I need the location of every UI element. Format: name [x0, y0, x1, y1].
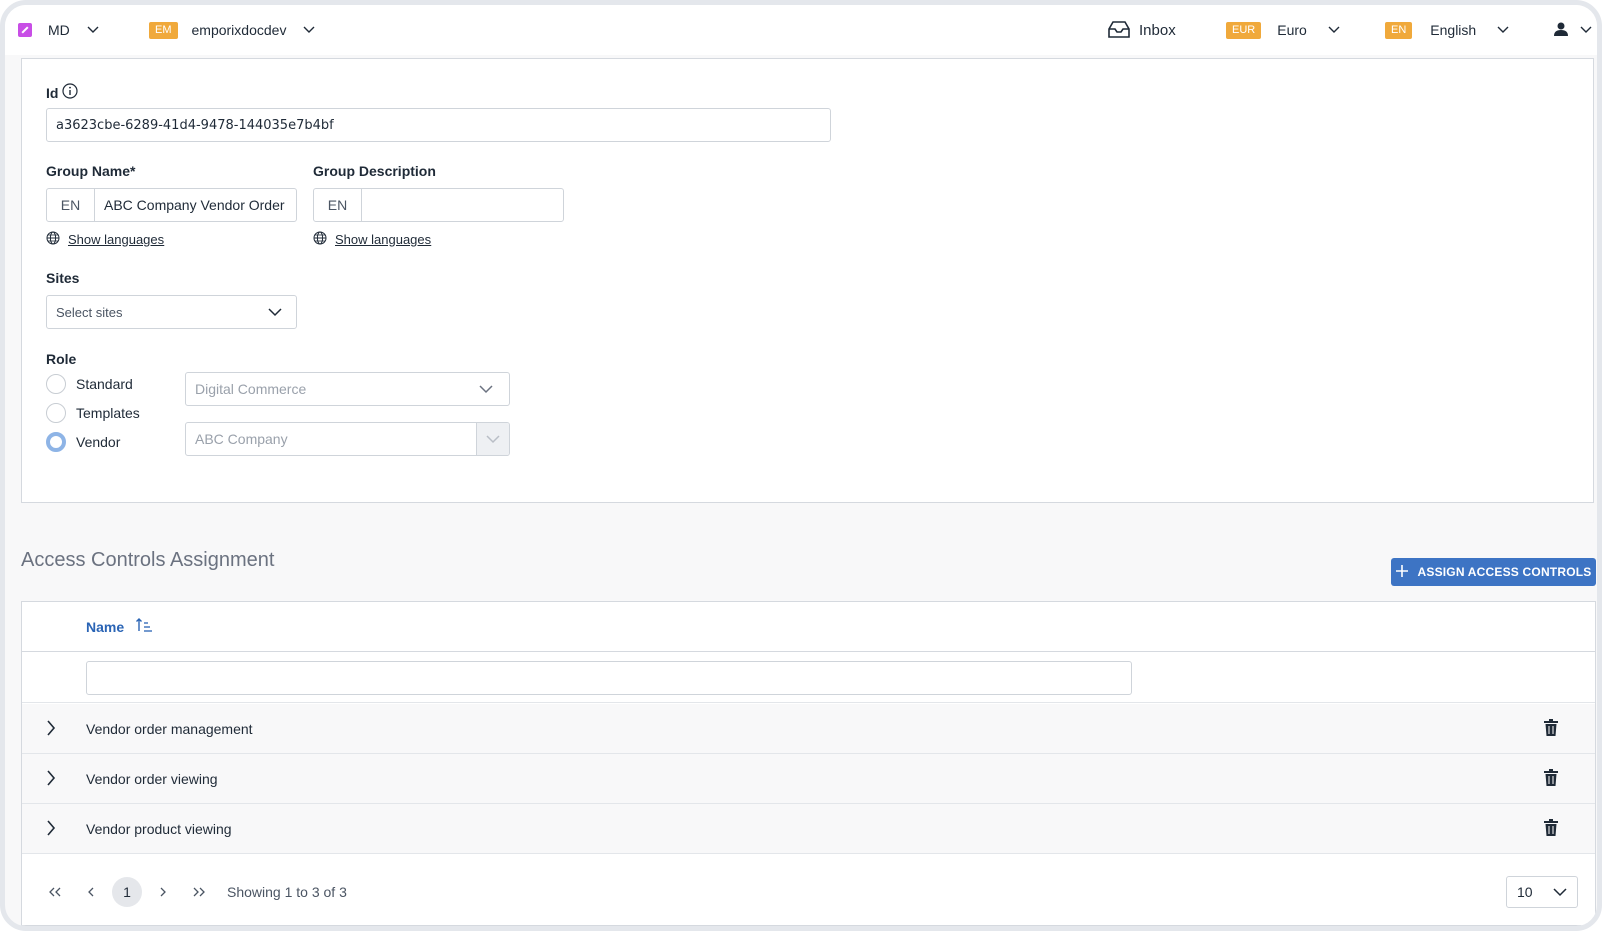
row-name: Vendor order viewing	[86, 771, 218, 787]
first-page-icon[interactable]	[40, 877, 70, 907]
page-number-current[interactable]: 1	[112, 877, 142, 907]
sort-ascending-icon[interactable]	[136, 618, 153, 635]
group-form-card: Id a3623cbe-6289-41d4-9478-144035e7b4bf …	[21, 58, 1594, 503]
tenant-label: MD	[48, 22, 70, 38]
role-option-standard[interactable]: Standard	[46, 374, 133, 394]
radio-button[interactable]	[46, 374, 66, 394]
info-icon[interactable]	[62, 83, 79, 102]
standard-role-select[interactable]: Digital Commerce	[185, 372, 510, 406]
trash-icon[interactable]	[1544, 719, 1558, 741]
language-badge: EN	[1385, 21, 1413, 39]
trash-icon[interactable]	[1544, 819, 1558, 841]
top-bar: MD EM emporixdocdev Inbox EUR Euro EN En…	[5, 5, 1597, 55]
chevron-down-icon	[268, 304, 282, 320]
user-icon	[1553, 21, 1569, 40]
assign-button-label: ASSIGN ACCESS CONTROLS	[1417, 565, 1592, 579]
user-menu[interactable]	[1553, 5, 1593, 55]
chevron-down-icon[interactable]	[476, 423, 509, 455]
role-option-templates[interactable]: Templates	[46, 403, 140, 423]
tenant-switcher[interactable]: MD	[18, 5, 100, 55]
globe-icon	[46, 231, 60, 248]
app-logo-icon	[18, 23, 32, 37]
project-switcher[interactable]: EM emporixdocdev	[149, 5, 316, 55]
inbox-button[interactable]: Inbox	[1107, 5, 1176, 55]
role-option-label: Vendor	[76, 434, 121, 450]
group-name-label: Group Name*	[46, 163, 136, 179]
pagination: 1 Showing 1 to 3 of 3 10	[22, 855, 1595, 925]
group-description-lang: EN	[314, 189, 362, 221]
pagination-info: Showing 1 to 3 of 3	[227, 884, 347, 900]
last-page-icon[interactable]	[184, 877, 214, 907]
show-languages-link-name[interactable]: Show languages	[46, 231, 164, 248]
row-name: Vendor order management	[86, 721, 253, 737]
app-window: MD EM emporixdocdev Inbox EUR Euro EN En…	[0, 0, 1602, 931]
chevron-down-icon	[1327, 23, 1341, 37]
id-label-row: Id	[46, 83, 79, 102]
plus-icon	[1395, 564, 1408, 580]
page-size-value: 10	[1517, 884, 1533, 900]
role-option-label: Standard	[76, 376, 133, 392]
assign-access-controls-button[interactable]: ASSIGN ACCESS CONTROLS	[1391, 558, 1596, 586]
table-row[interactable]: Vendor order viewing	[22, 754, 1595, 804]
id-value: a3623cbe-6289-41d4-9478-144035e7b4bf	[56, 117, 334, 133]
previous-page-icon[interactable]	[76, 877, 106, 907]
radio-button-selected[interactable]	[46, 432, 66, 452]
chevron-down-icon	[1496, 23, 1510, 37]
table-row[interactable]: Vendor order management	[22, 704, 1595, 754]
language-switcher[interactable]: EN English	[1385, 5, 1510, 55]
chevron-down-icon	[479, 381, 493, 397]
page-size-select[interactable]: 10	[1506, 876, 1578, 908]
chevron-right-icon[interactable]	[46, 820, 56, 841]
next-page-icon[interactable]	[148, 877, 178, 907]
column-name-label: Name	[86, 618, 125, 635]
chevron-right-icon[interactable]	[46, 770, 56, 791]
project-name: emporixdocdev	[191, 22, 287, 38]
chevron-down-icon	[302, 23, 316, 37]
globe-icon	[313, 231, 327, 248]
radio-button[interactable]	[46, 403, 66, 423]
role-label: Role	[46, 351, 77, 367]
sites-label: Sites	[46, 270, 80, 286]
sites-placeholder: Select sites	[56, 304, 123, 320]
name-filter-input[interactable]	[86, 661, 1132, 695]
show-languages-label: Show languages	[68, 232, 165, 247]
group-description-field[interactable]: EN	[313, 188, 564, 222]
language-label: English	[1430, 22, 1477, 38]
trash-icon[interactable]	[1544, 769, 1558, 791]
role-option-label: Templates	[76, 405, 140, 421]
currency-badge: EUR	[1226, 21, 1262, 39]
vendor-value: ABC Company	[195, 431, 288, 447]
chevron-down-icon	[86, 23, 100, 37]
group-name-lang: EN	[47, 189, 95, 221]
standard-role-value: Digital Commerce	[195, 381, 307, 397]
id-label: Id	[46, 84, 59, 101]
chevron-right-icon[interactable]	[46, 720, 56, 741]
table-header: Name	[22, 602, 1595, 652]
id-field[interactable]: a3623cbe-6289-41d4-9478-144035e7b4bf	[46, 108, 831, 142]
project-badge: EM	[149, 21, 178, 39]
currency-label: Euro	[1277, 22, 1307, 38]
chevron-down-icon	[1553, 884, 1567, 900]
column-header-name[interactable]: Name	[86, 618, 153, 635]
access-controls-title: Access Controls Assignment	[21, 549, 275, 571]
group-name-field[interactable]: EN ABC Company Vendor Order	[46, 188, 297, 222]
show-languages-link-description[interactable]: Show languages	[313, 231, 431, 248]
access-controls-table: Name Vendor order management Vendor orde…	[21, 601, 1596, 926]
vendor-select[interactable]: ABC Company	[185, 422, 510, 456]
filter-row	[22, 653, 1595, 703]
role-option-vendor[interactable]: Vendor	[46, 432, 120, 452]
group-name-value: ABC Company Vendor Order	[104, 197, 285, 213]
row-name: Vendor product viewing	[86, 821, 232, 837]
currency-switcher[interactable]: EUR Euro	[1226, 5, 1341, 55]
show-languages-label: Show languages	[335, 232, 432, 247]
group-description-label: Group Description	[313, 163, 436, 179]
inbox-label: Inbox	[1139, 21, 1176, 39]
inbox-icon	[1107, 19, 1131, 42]
sites-select[interactable]: Select sites	[46, 295, 297, 329]
chevron-down-icon	[1579, 23, 1593, 37]
table-row[interactable]: Vendor product viewing	[22, 804, 1595, 854]
